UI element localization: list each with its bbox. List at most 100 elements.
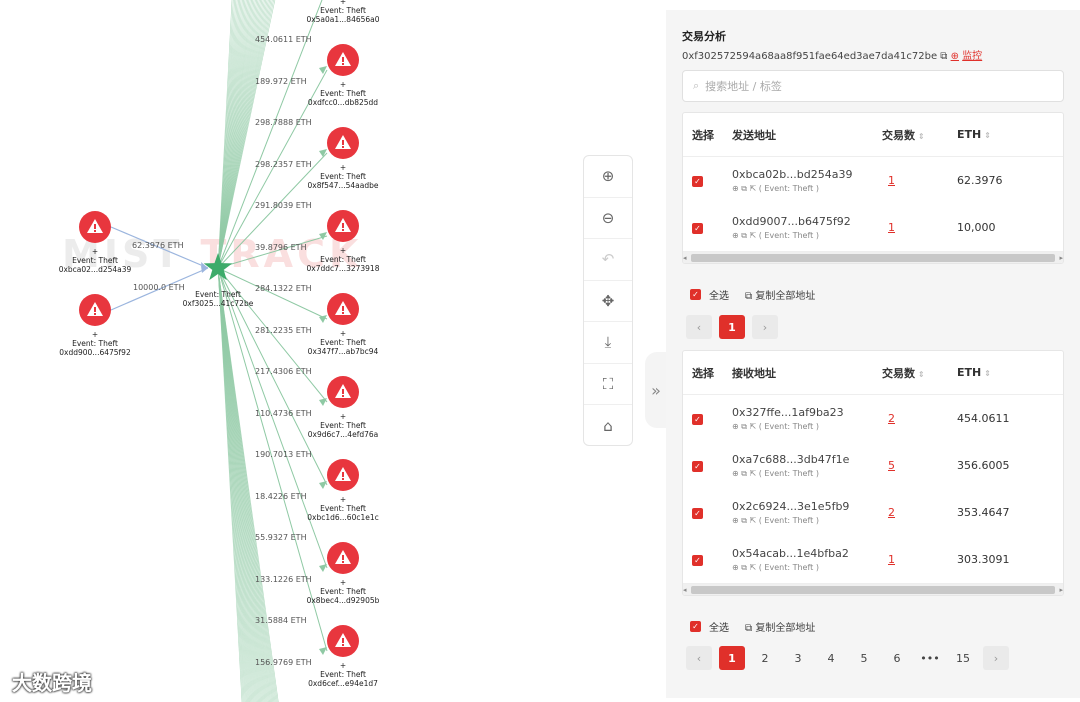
header-eth-sort[interactable]: ETH ⇕ xyxy=(957,128,1057,141)
target-node-3[interactable] xyxy=(327,127,359,159)
scrollbar-thumb[interactable] xyxy=(690,585,1056,594)
undo-button[interactable]: ↶ xyxy=(584,239,632,281)
row-tx-count[interactable]: 2 xyxy=(882,506,895,519)
row-address[interactable]: 0xa7c688...3db47f1e xyxy=(732,453,882,466)
row-address[interactable]: 0x2c6924...3e1e5fb9 xyxy=(732,500,882,513)
row-checkbox[interactable]: ✓ xyxy=(692,461,703,472)
search-input[interactable]: ⌕ 搜索地址 / 标签 xyxy=(682,70,1064,102)
external-link-icon[interactable]: ⇱ xyxy=(747,184,759,193)
target-node-9[interactable] xyxy=(327,625,359,657)
copy-icon[interactable]: ⧉ xyxy=(739,422,747,431)
row-eth: 10,000 xyxy=(957,221,996,234)
scroll-right-icon[interactable]: ▸ xyxy=(1059,586,1063,594)
page-button[interactable]: ••• xyxy=(917,646,943,670)
target-node-label: + Event: Theft 0x347f7...ab7bc94 xyxy=(307,329,379,356)
target-node-7[interactable] xyxy=(327,459,359,491)
monitor-icon[interactable]: ⊕ xyxy=(732,231,739,240)
row-tx-count[interactable]: 1 xyxy=(882,174,895,187)
monitor-icon[interactable]: ⊕ xyxy=(732,184,739,193)
download-button[interactable]: ⤓ xyxy=(584,322,632,364)
zoom-in-button[interactable]: ⊕ xyxy=(584,156,632,198)
external-link-icon[interactable]: ⇱ xyxy=(747,563,759,572)
move-button[interactable]: ✥ xyxy=(584,281,632,322)
page-button[interactable]: 1 xyxy=(719,315,745,339)
fullscreen-button[interactable]: ⛶ xyxy=(584,364,632,405)
page-button[interactable]: 6 xyxy=(884,646,910,670)
send-address-table: 选择 发送地址 交易数 ⇕ ETH ⇕ ✓ 0xbca02b...bd254a39 ⊕ ⧉ ⇱ … xyxy=(682,112,1064,264)
row-checkbox[interactable]: ✓ xyxy=(692,176,703,187)
row-tx-count[interactable]: 2 xyxy=(882,412,895,425)
monitor-icon[interactable]: ⊕ xyxy=(732,516,739,525)
graph-canvas[interactable]: MIST TRACK + Event: Theft 0xbca02...d254a3… xyxy=(0,0,580,702)
scroll-right-icon[interactable]: ▸ xyxy=(1059,254,1063,262)
edge-amount-label: 156.9769 ETH xyxy=(255,657,312,667)
row-checkbox[interactable]: ✓ xyxy=(692,223,703,234)
copy-icon[interactable]: ⧉ xyxy=(739,469,747,478)
send-select-all[interactable]: ✓ 全选 ⧉ 复制全部地址 xyxy=(690,287,815,302)
robot-button[interactable]: ⌂ xyxy=(584,405,632,447)
page-button[interactable]: 3 xyxy=(785,646,811,670)
external-link-icon[interactable]: ⇱ xyxy=(747,422,759,431)
header-eth-sort[interactable]: ETH ⇕ xyxy=(957,366,1057,379)
edge-amount-label: 39.8796 ETH xyxy=(255,242,307,252)
row-tx-count[interactable]: 1 xyxy=(882,553,895,566)
page-button[interactable]: 4 xyxy=(818,646,844,670)
row-address[interactable]: 0xbca02b...bd254a39 xyxy=(732,168,882,181)
copy-icon[interactable]: ⧉ xyxy=(739,563,747,572)
page-button[interactable]: 2 xyxy=(752,646,778,670)
row-address[interactable]: 0x54acab...1e4bfba2 xyxy=(732,547,882,560)
prev-page-button[interactable]: ‹ xyxy=(686,315,712,339)
copy-all-button[interactable]: ⧉ 复制全部地址 xyxy=(745,619,815,634)
receive-select-all[interactable]: ✓ 全选 ⧉ 复制全部地址 xyxy=(690,619,815,634)
horizontal-scrollbar[interactable]: ◂ ▸ xyxy=(683,251,1063,263)
copy-icon[interactable]: ⧉ xyxy=(739,231,747,240)
page-button[interactable]: 15 xyxy=(950,646,976,670)
copy-icon[interactable]: ⧉ xyxy=(940,51,947,62)
row-tx-count[interactable]: 1 xyxy=(882,221,895,234)
monitor-icon[interactable]: ⊕ xyxy=(732,422,739,431)
source-node-1[interactable] xyxy=(79,211,111,243)
checkbox-checked-icon[interactable]: ✓ xyxy=(690,289,701,300)
row-checkbox[interactable]: ✓ xyxy=(692,555,703,566)
page-button[interactable]: 1 xyxy=(719,646,745,670)
row-address[interactable]: 0x327ffe...1af9ba23 xyxy=(732,406,882,419)
page-button[interactable]: 5 xyxy=(851,646,877,670)
table-row: ✓ 0x327ffe...1af9ba23 ⊕ ⧉ ⇱ ( Event: Theft… xyxy=(683,395,1063,442)
monitor-icon[interactable]: ⊕ xyxy=(951,51,959,62)
table-row: ✓ 0xa7c688...3db47f1e ⊕ ⧉ ⇱ ( Event: Theft… xyxy=(683,442,1063,489)
target-node-label: + Event: Theft 0xbc1d6...60c1e1c xyxy=(307,495,379,522)
checkbox-checked-icon[interactable]: ✓ xyxy=(690,621,701,632)
scroll-left-icon[interactable]: ◂ xyxy=(683,586,687,594)
header-count-sort[interactable]: 交易数 ⇕ xyxy=(882,127,957,143)
target-node-label: + Event: Theft 0x8f547...54aadbe xyxy=(307,163,379,190)
copy-icon[interactable]: ⧉ xyxy=(739,184,747,193)
target-node-4[interactable] xyxy=(327,210,359,242)
zoom-out-button[interactable]: ⊖ xyxy=(584,198,632,239)
copy-all-button[interactable]: ⧉ 复制全部地址 xyxy=(745,287,815,302)
monitor-icon[interactable]: ⊕ xyxy=(732,563,739,572)
external-link-icon[interactable]: ⇱ xyxy=(747,516,759,525)
monitor-icon[interactable]: ⊕ xyxy=(732,469,739,478)
next-page-button[interactable]: › xyxy=(983,646,1009,670)
row-tx-count[interactable]: 5 xyxy=(882,459,895,472)
next-page-button[interactable]: › xyxy=(752,315,778,339)
row-checkbox[interactable]: ✓ xyxy=(692,508,703,519)
target-node-5[interactable] xyxy=(327,293,359,325)
external-link-icon[interactable]: ⇱ xyxy=(747,231,759,240)
external-link-icon[interactable]: ⇱ xyxy=(747,469,759,478)
horizontal-scrollbar[interactable]: ◂ ▸ xyxy=(683,583,1063,595)
row-address[interactable]: 0xdd9007...b6475f92 xyxy=(732,215,882,228)
row-checkbox[interactable]: ✓ xyxy=(692,414,703,425)
copy-icon[interactable]: ⧉ xyxy=(739,516,747,525)
source-node-2[interactable] xyxy=(79,294,111,326)
scrollbar-thumb[interactable] xyxy=(690,253,1056,262)
prev-page-button[interactable]: ‹ xyxy=(686,646,712,670)
scroll-left-icon[interactable]: ◂ xyxy=(683,254,687,262)
target-node-8[interactable] xyxy=(327,542,359,574)
target-node-2[interactable] xyxy=(327,44,359,76)
edge-amount-label: 284.1322 ETH xyxy=(255,284,312,293)
header-count-sort[interactable]: 交易数 ⇕ xyxy=(882,365,957,381)
target-node-6[interactable] xyxy=(327,376,359,408)
monitor-link[interactable]: 监控 xyxy=(962,51,982,62)
collapse-panel-button[interactable]: » xyxy=(645,352,667,428)
